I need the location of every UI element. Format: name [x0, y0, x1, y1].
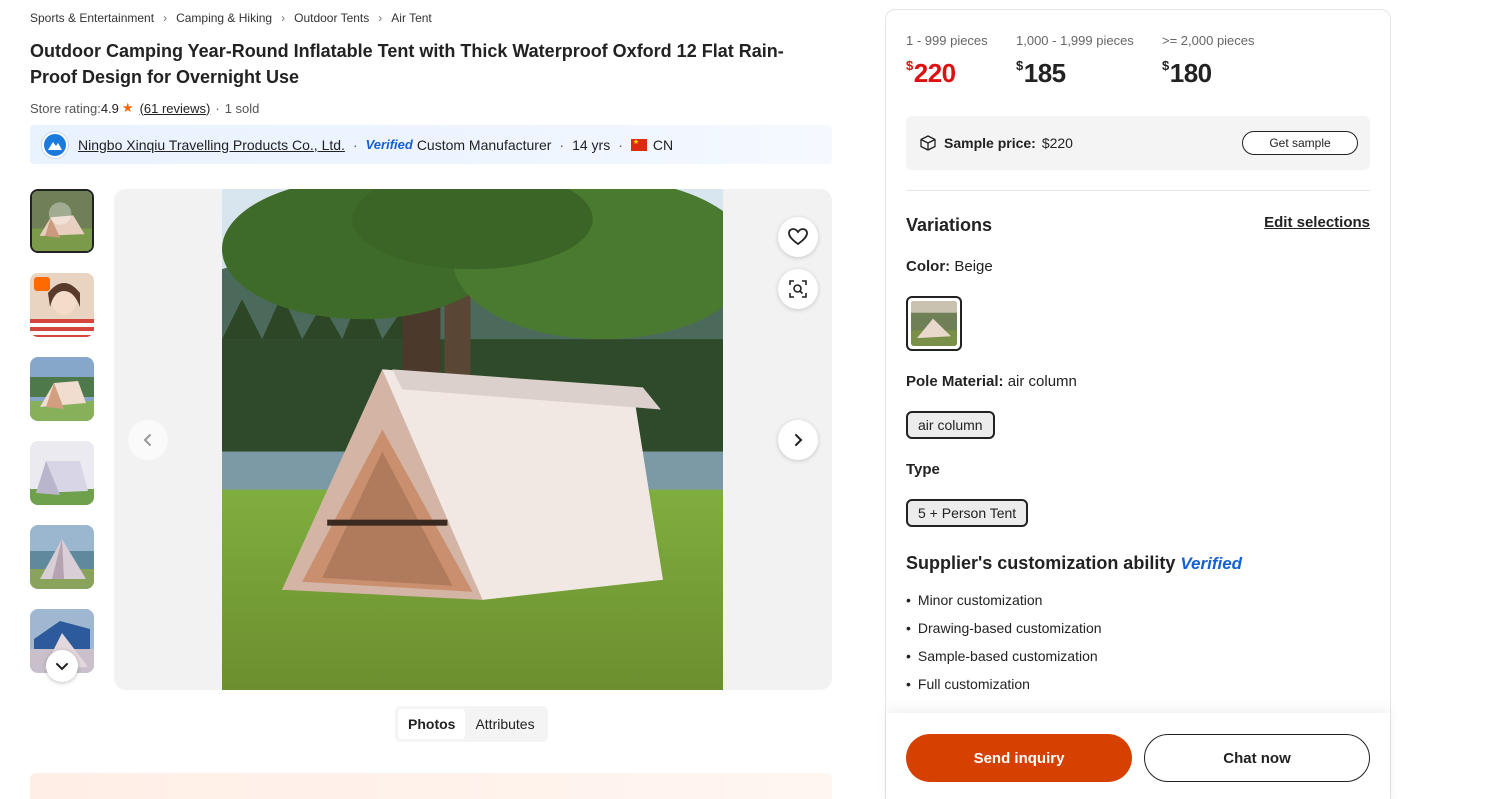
- pole-material-value: air column: [1007, 373, 1077, 390]
- chevron-down-icon: [56, 663, 68, 671]
- tier-range: >= 2,000 pieces: [1162, 33, 1255, 48]
- breadcrumb-item[interactable]: Camping & Hiking: [176, 11, 272, 25]
- chevron-right-icon: ›: [281, 11, 286, 25]
- breadcrumb-item[interactable]: Air Tent: [391, 11, 431, 25]
- separator-dot: ·: [352, 136, 358, 153]
- verified-badge[interactable]: Verified: [1180, 554, 1242, 573]
- variations-title: Variations: [906, 215, 993, 235]
- star-icon: ★: [121, 100, 134, 115]
- list-item: Sample-based customization: [906, 646, 1102, 674]
- action-bar: Send inquiry Chat now: [886, 713, 1390, 799]
- price-tiers: 1 - 999 pieces $220 1,000 - 1,999 pieces…: [906, 33, 1292, 89]
- divider: [906, 190, 1370, 191]
- main-product-image[interactable]: [222, 189, 723, 690]
- separator-dot: ·: [618, 136, 623, 153]
- sold-count: 1 sold: [224, 100, 260, 116]
- customization-title: Supplier's customization ability Verifie…: [906, 553, 1246, 574]
- product-title: Outdoor Camping Year-Round Inflatable Te…: [30, 41, 784, 87]
- price-tier-2: 1,000 - 1,999 pieces $185: [1016, 33, 1162, 89]
- chevron-left-icon: [143, 434, 151, 446]
- price-tier-3: >= 2,000 pieces $180: [1162, 33, 1292, 89]
- supplier-bar: Ningbo Xinqiu Travelling Products Co., L…: [30, 125, 832, 164]
- edit-selections-link[interactable]: Edit selections: [1264, 214, 1370, 231]
- sample-price-box: Sample price: $220 Get sample: [906, 116, 1370, 170]
- color-option-beige[interactable]: [906, 296, 962, 351]
- chevron-right-icon: [795, 434, 803, 446]
- separator-dot: ·: [215, 100, 220, 116]
- sample-price-label: Sample price:: [944, 135, 1036, 151]
- color-attribute: Color: Beige: [906, 258, 993, 275]
- china-flag-icon: [630, 138, 647, 151]
- video-icon: [34, 277, 50, 291]
- thumbnails-scroll-down-button[interactable]: [46, 650, 78, 682]
- supplier-country: CN: [652, 136, 674, 153]
- favorite-button[interactable]: [778, 217, 818, 257]
- supplier-name-link[interactable]: Ningbo Xinqiu Travelling Products Co., L…: [78, 137, 345, 153]
- type-option[interactable]: 5 + Person Tent: [906, 499, 1029, 527]
- color-value: Beige: [954, 258, 993, 275]
- promo-banner: [30, 773, 832, 799]
- heart-icon: [788, 228, 808, 246]
- price-tier-1: 1 - 999 pieces $220: [906, 33, 1016, 89]
- customization-list: Minor customization Drawing-based custom…: [906, 590, 1102, 702]
- verified-badge[interactable]: Verified: [366, 137, 413, 152]
- image-search-icon: [789, 280, 807, 298]
- chevron-right-icon: ›: [163, 11, 168, 25]
- chat-now-button[interactable]: Chat now: [1144, 734, 1370, 782]
- breadcrumb-item[interactable]: Sports & Entertainment: [30, 11, 154, 25]
- thumbnail-4[interactable]: [30, 441, 94, 505]
- rating-value: 4.9: [100, 100, 119, 116]
- tab-photos[interactable]: Photos: [398, 709, 466, 739]
- tier-range: 1,000 - 1,999 pieces: [1016, 33, 1134, 48]
- thumbnail-3[interactable]: [30, 357, 94, 421]
- supplier-logo-icon[interactable]: [42, 131, 68, 158]
- list-item: Drawing-based customization: [906, 618, 1102, 646]
- type-attribute: Type: [906, 461, 940, 478]
- get-sample-button[interactable]: Get sample: [1242, 131, 1358, 155]
- breadcrumb: Sports & Entertainment › Camping & Hikin…: [30, 11, 432, 25]
- pole-material-option[interactable]: air column: [906, 411, 995, 439]
- next-image-button[interactable]: [778, 420, 818, 460]
- thumbnail-2[interactable]: [30, 273, 94, 337]
- supplier-years: 14 yrs: [572, 136, 611, 153]
- chevron-right-icon: ›: [378, 11, 383, 25]
- list-item: Minor customization: [906, 590, 1102, 618]
- list-item: Full customization: [906, 674, 1102, 702]
- tier-range: 1 - 999 pieces: [906, 33, 988, 48]
- thumbnail-5[interactable]: [30, 525, 94, 589]
- customization-heading: Supplier's customization ability: [906, 553, 1176, 573]
- main-image-viewer: [114, 189, 832, 690]
- tier-price: $220: [906, 58, 956, 88]
- box-icon: [920, 135, 936, 151]
- store-rating: Store rating: 4.9 ★ (61 reviews) · 1 sol…: [30, 100, 259, 116]
- rating-label: Store rating:: [30, 100, 101, 116]
- reviews-link[interactable]: (61 reviews): [140, 101, 211, 116]
- purchase-panel: 1 - 999 pieces $220 1,000 - 1,999 pieces…: [885, 9, 1391, 799]
- tier-price: $180: [1162, 58, 1212, 88]
- image-search-button[interactable]: [778, 269, 818, 309]
- tier-price: $185: [1016, 58, 1066, 88]
- breadcrumb-item[interactable]: Outdoor Tents: [294, 11, 369, 25]
- separator-dot: ·: [559, 136, 565, 153]
- supplier-type: Custom Manufacturer: [416, 136, 552, 153]
- sample-price-value: $220: [1041, 135, 1073, 151]
- previous-image-button[interactable]: [128, 420, 168, 460]
- pole-material-attribute: Pole Material: air column: [906, 373, 1077, 390]
- type-label: Type: [906, 461, 940, 478]
- send-inquiry-button[interactable]: Send inquiry: [906, 734, 1132, 782]
- color-label: Color:: [906, 258, 951, 275]
- thumbnail-1[interactable]: [30, 189, 94, 253]
- thumbnail-list: [30, 189, 94, 693]
- gallery-tabs: Photos Attributes: [395, 706, 548, 742]
- tab-attributes[interactable]: Attributes: [465, 709, 544, 739]
- pole-material-label: Pole Material:: [906, 373, 1004, 390]
